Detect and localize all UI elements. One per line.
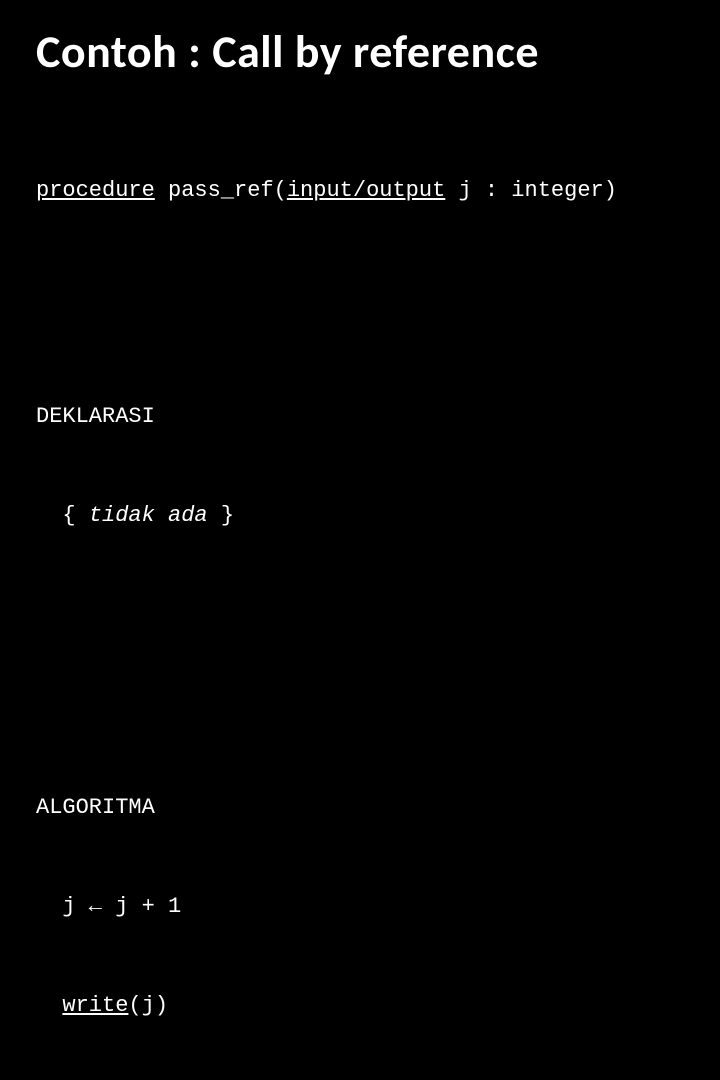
write-arg: (j): [128, 993, 168, 1018]
paren-open: (: [274, 178, 287, 203]
procedure-signature: procedure pass_ref(input/output j : inte…: [36, 174, 684, 207]
kw-procedure: procedure: [36, 178, 155, 203]
deklarasi-heading: DEKLARASI: [36, 400, 684, 433]
sig-tail: j : integer): [445, 178, 617, 203]
deklarasi-section: DEKLARASI { tidak ada }: [36, 334, 684, 598]
write-indent: [36, 993, 62, 1018]
algoritma-heading: ALGORITMA: [36, 791, 684, 824]
deklarasi-body: { tidak ada }: [36, 499, 684, 532]
slide-title: Contoh : Call by reference: [36, 24, 684, 80]
deklarasi-text: tidak ada: [89, 503, 208, 528]
code-block: procedure pass_ref(input/output j : inte…: [36, 108, 684, 1080]
assign-line: j ← j + 1: [36, 890, 684, 923]
kw-input-output: input/output: [287, 178, 445, 203]
algoritma-section: ALGORITMA j ← j + 1 write(j): [36, 725, 684, 1080]
brace-close: }: [208, 503, 234, 528]
sp1: [155, 178, 168, 203]
kw-write: write: [62, 993, 128, 1018]
proc-name: pass_ref: [168, 178, 274, 203]
slide: Contoh : Call by reference procedure pas…: [0, 0, 720, 540]
write-line: write(j): [36, 989, 684, 1022]
brace-open: {: [36, 503, 89, 528]
